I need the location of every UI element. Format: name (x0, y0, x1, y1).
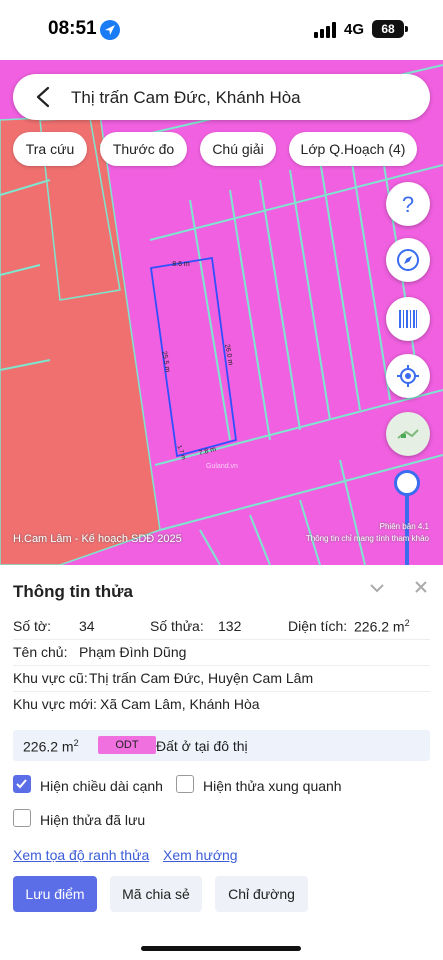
old-area-row: Khu vực cũ: Thị trấn Cam Đức, Huyện Cam … (13, 670, 430, 690)
status-time: 08:51 (48, 18, 97, 39)
parcel-info-panel: Thông tin thửa Số tờ: 34 Số thửa: 132 Di… (0, 565, 443, 960)
show-saved-checkbox[interactable] (13, 809, 31, 827)
kv-cu-label: Khu vực cũ: (13, 670, 88, 686)
chevron-down-icon[interactable] (369, 582, 385, 594)
home-indicator (141, 946, 301, 951)
search-bar[interactable]: Thị trấn Cam Đức, Khánh Hòa (13, 74, 430, 120)
show-surrounding-checkbox[interactable] (176, 775, 194, 793)
divider (13, 665, 430, 666)
so-thua-label: Số thửa: (150, 618, 204, 634)
land-use-row: 226.2 m2 ODT Đất ở tại đô thị (13, 730, 430, 761)
compass-icon (397, 249, 419, 271)
close-icon[interactable] (413, 579, 429, 595)
battery-cap (405, 26, 408, 32)
show-saved-label[interactable]: Hiện thửa đã lưu (40, 812, 145, 828)
owner-row: Tên chủ: Phạm Đình Dũng (13, 644, 430, 664)
location-arrow-icon (100, 20, 120, 40)
dien-tich-label: Diện tích: (288, 618, 348, 634)
map-plan-label: H.Cam Lâm - Kế hoạch SDĐ 2025 (13, 533, 182, 545)
locate-button[interactable] (386, 354, 430, 398)
dien-tich-value: 226.2 m2 (354, 618, 410, 635)
chip-tra-cuu[interactable]: Tra cứu (13, 132, 87, 166)
divider (13, 639, 430, 640)
view-direction-link[interactable]: Xem hướng (163, 847, 238, 863)
compass-button[interactable] (386, 238, 430, 282)
show-surrounding-label[interactable]: Hiện thửa xung quanh (203, 778, 342, 794)
dim-top: 8.6 m (172, 261, 190, 268)
search-text[interactable]: Thị trấn Cam Đức, Khánh Hòa (71, 88, 301, 108)
kv-cu-value: Thị trấn Cam Đức, Huyện Cam Lâm (89, 670, 314, 686)
new-area-row: Khu vực mới: Xã Cam Lâm, Khánh Hòa (13, 696, 430, 716)
map-thumbnail-icon (397, 429, 419, 439)
help-icon: ? (402, 192, 414, 216)
network-type: 4G (344, 21, 365, 38)
land-use-area: 226.2 m2 (23, 738, 79, 755)
map-layer-button[interactable] (386, 412, 430, 456)
so-thua-value: 132 (218, 618, 242, 634)
map-watermark: Guland.vn (206, 463, 238, 470)
parcel-ids-row: Số tờ: 34 Số thửa: 132 Diện tích: 226.2 … (13, 618, 430, 638)
help-button[interactable]: ? (386, 182, 430, 226)
so-to-value: 34 (79, 618, 95, 634)
land-use-code-badge: ODT (98, 736, 156, 754)
show-edge-length-checkbox[interactable] (13, 775, 31, 793)
map-disclaimer: Thông tin chỉ mang tính tham khảo (305, 534, 429, 543)
divider (13, 691, 430, 692)
check-icon (16, 779, 27, 789)
barcode-button[interactable] (386, 297, 430, 341)
battery-icon: 68 (372, 20, 404, 38)
save-point-button[interactable]: Lưu điểm (13, 876, 97, 912)
kv-moi-value: Xã Cam Lâm, Khánh Hòa (100, 696, 260, 712)
so-to-label: Số tờ: (13, 618, 51, 634)
chip-thuoc-do[interactable]: Thước đo (100, 132, 187, 166)
panel-title: Thông tin thửa (13, 582, 133, 601)
ten-chu-value: Phạm Đình Dũng (79, 644, 187, 660)
show-edge-length-label[interactable]: Hiện chiều dài cạnh (40, 778, 163, 794)
svg-text:?: ? (402, 192, 414, 216)
status-bar: 08:51 4G 68 (0, 0, 443, 60)
kv-moi-label: Khu vực mới: (13, 696, 97, 712)
ten-chu-label: Tên chủ: (13, 644, 68, 660)
map-version: Phiên bản 4.1 (379, 522, 429, 531)
share-code-button[interactable]: Mã chia sẻ (110, 876, 202, 912)
barcode-icon (399, 310, 417, 328)
slider-handle[interactable] (394, 470, 420, 496)
directions-button[interactable]: Chỉ đường (215, 876, 308, 912)
locate-icon (397, 365, 419, 387)
signal-icon (314, 22, 336, 38)
chip-chu-giai[interactable]: Chú giải (200, 132, 276, 166)
chip-lop-quy-hoach[interactable]: Lớp Q.Hoạch (4) (289, 132, 417, 166)
back-arrow-icon[interactable] (35, 86, 51, 108)
view-coordinates-link[interactable]: Xem tọa độ ranh thửa (13, 847, 149, 863)
land-use-desc: Đất ở tại đô thị (156, 738, 248, 754)
